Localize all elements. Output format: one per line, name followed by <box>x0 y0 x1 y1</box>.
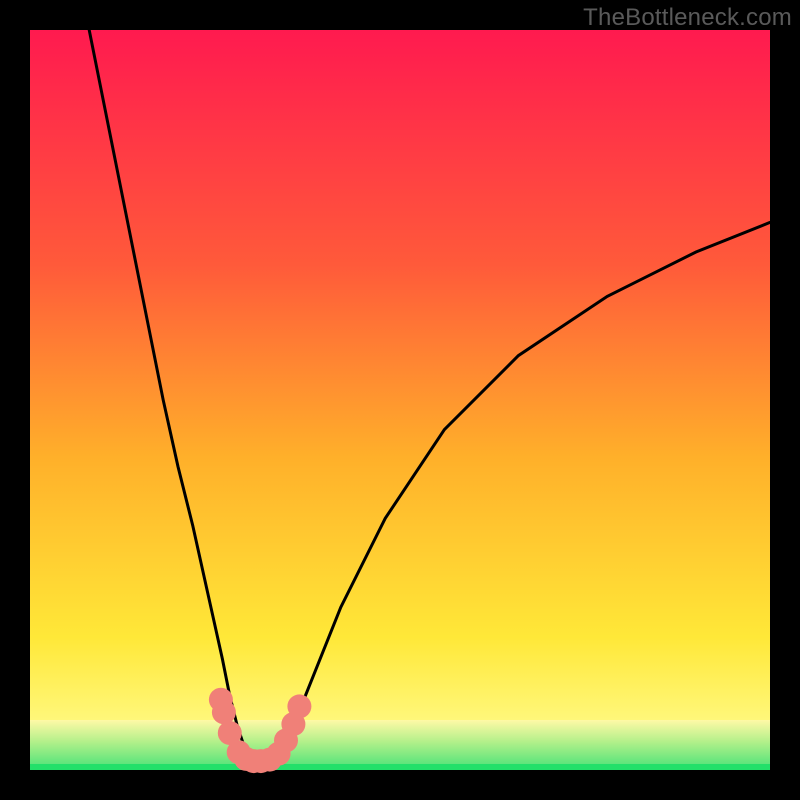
bottleneck-curve <box>89 30 770 761</box>
chart-frame: TheBottleneck.com <box>0 0 800 800</box>
trough-marker <box>287 694 311 718</box>
plot-area <box>30 30 770 770</box>
chart-svg <box>30 30 770 770</box>
trough-marker <box>212 700 236 724</box>
watermark-text: TheBottleneck.com <box>583 4 792 32</box>
trough-markers <box>209 688 312 773</box>
